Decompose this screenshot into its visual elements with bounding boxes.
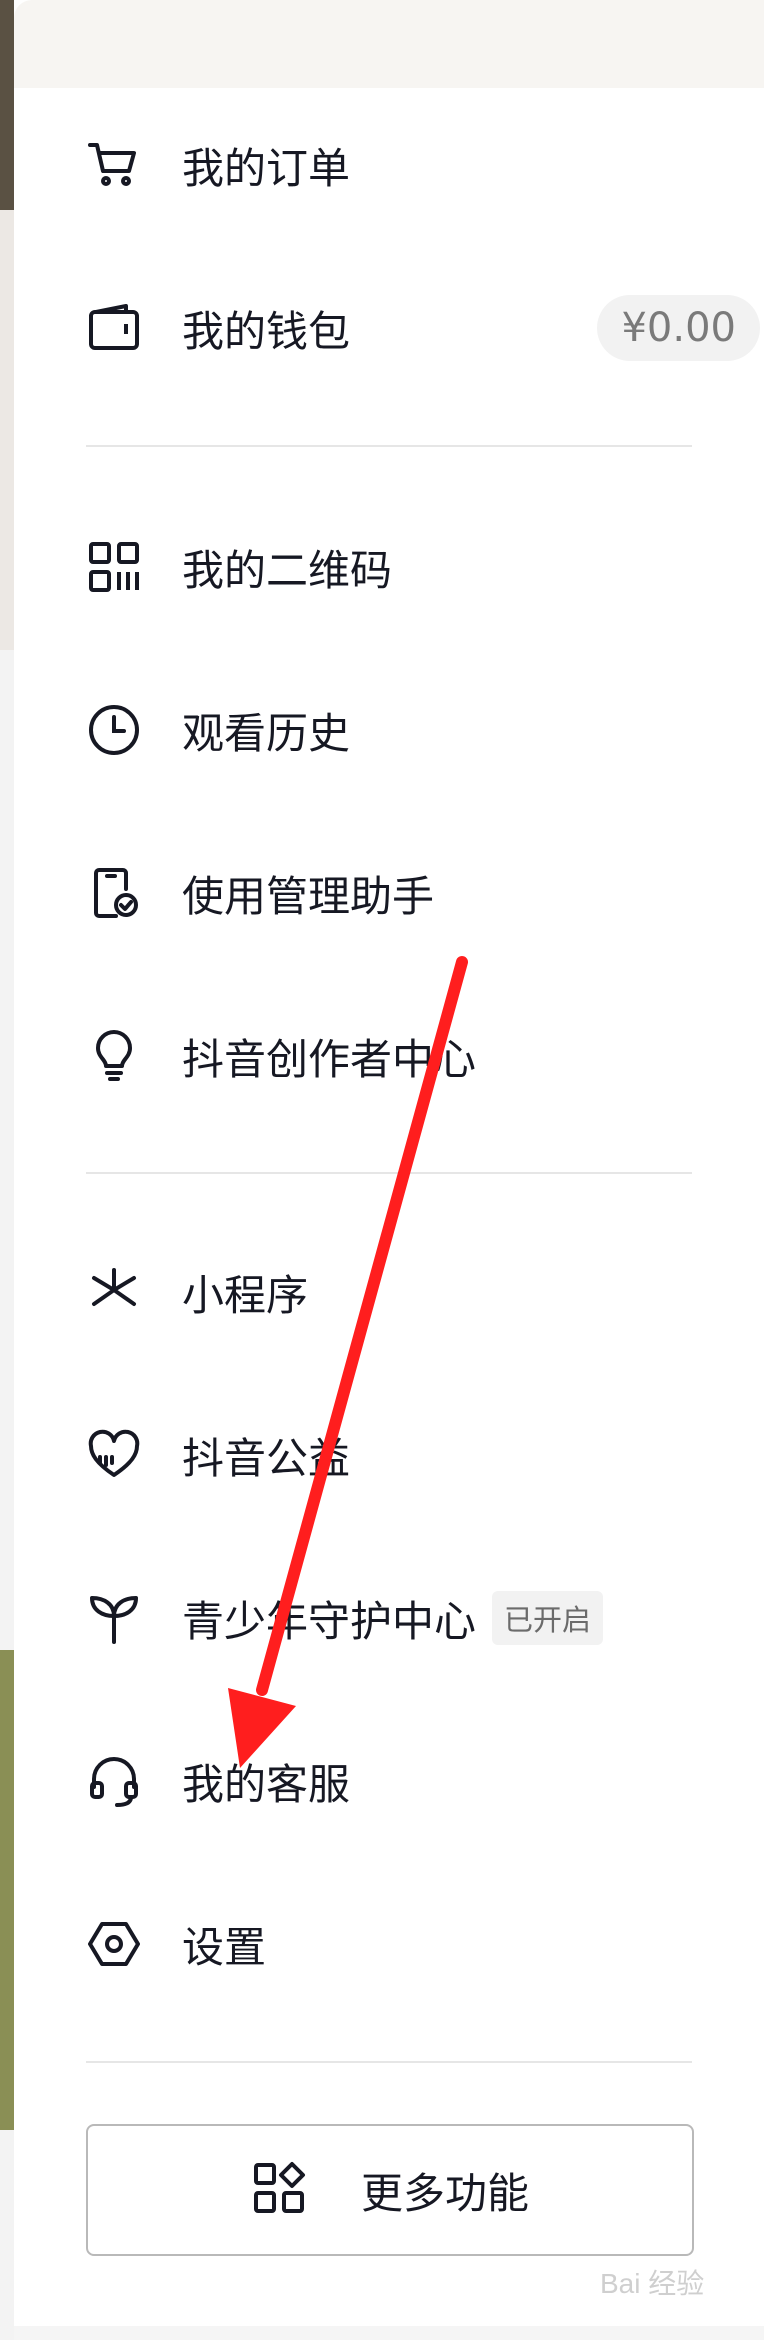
history-label: 观看历史 [182, 708, 351, 758]
menu-item-qrcode[interactable]: 我的二维码 [86, 507, 746, 627]
usage-manager-label: 使用管理助手 [182, 871, 435, 921]
menu-item-charity[interactable]: 抖音公益 [86, 1395, 746, 1515]
qrcode-label: 我的二维码 [182, 545, 393, 595]
divider [86, 445, 692, 447]
hexagon-settings-icon [86, 1916, 142, 1972]
creator-center-label: 抖音创作者中心 [182, 1034, 477, 1084]
orders-label: 我的订单 [182, 143, 351, 193]
watermark: Bai 经验 [600, 2268, 705, 2299]
menu-item-orders[interactable]: 我的订单 [86, 105, 746, 225]
background-video-strip [0, 0, 14, 2340]
more-features-label: 更多功能 [360, 2168, 529, 2218]
more-features-button[interactable]: 更多功能 [86, 2124, 694, 2256]
menu-item-usage-manager[interactable]: 使用管理助手 [86, 833, 746, 953]
sprout-icon [86, 1590, 142, 1646]
charity-label: 抖音公益 [182, 1433, 351, 1483]
cart-icon [86, 137, 142, 193]
menu-item-mini-programs[interactable]: 小程序 [86, 1232, 746, 1352]
qrcode-icon [86, 539, 142, 595]
side-drawer: 我的订单 我的钱包 ¥0.00 我的二维码 观看历史 使用管理助手 抖音创作者中… [14, 0, 764, 2340]
menu-item-customer-service[interactable]: 我的客服 [86, 1721, 746, 1841]
status-badge: 已开启 [492, 1591, 604, 1645]
wallet-balance: ¥0.00 [597, 295, 760, 361]
heart-icon [86, 1427, 142, 1483]
clock-icon [86, 702, 142, 758]
bottom-strip [14, 2326, 764, 2340]
wallet-icon [86, 300, 142, 356]
menu-item-youth-protection[interactable]: 青少年守护中心 已开启 [86, 1558, 746, 1678]
customer-service-label: 我的客服 [182, 1759, 351, 1809]
settings-label: 设置 [182, 1922, 267, 1972]
wallet-label: 我的钱包 [182, 306, 351, 356]
mini-program-icon [86, 1264, 142, 1320]
divider [86, 2061, 692, 2063]
divider [86, 1172, 692, 1174]
mini-programs-label: 小程序 [182, 1270, 309, 1320]
headset-icon [86, 1753, 142, 1809]
youth-protection-label: 青少年守护中心 [182, 1596, 477, 1646]
phone-check-icon [86, 865, 142, 921]
menu-item-history[interactable]: 观看历史 [86, 670, 746, 790]
lightbulb-icon [86, 1028, 142, 1084]
menu-item-wallet[interactable]: 我的钱包 ¥0.00 [86, 268, 760, 388]
menu-item-creator-center[interactable]: 抖音创作者中心 [86, 996, 746, 1116]
grid-icon [251, 2160, 307, 2220]
menu-item-settings[interactable]: 设置 [86, 1884, 746, 2004]
drawer-top-bar [14, 0, 764, 88]
